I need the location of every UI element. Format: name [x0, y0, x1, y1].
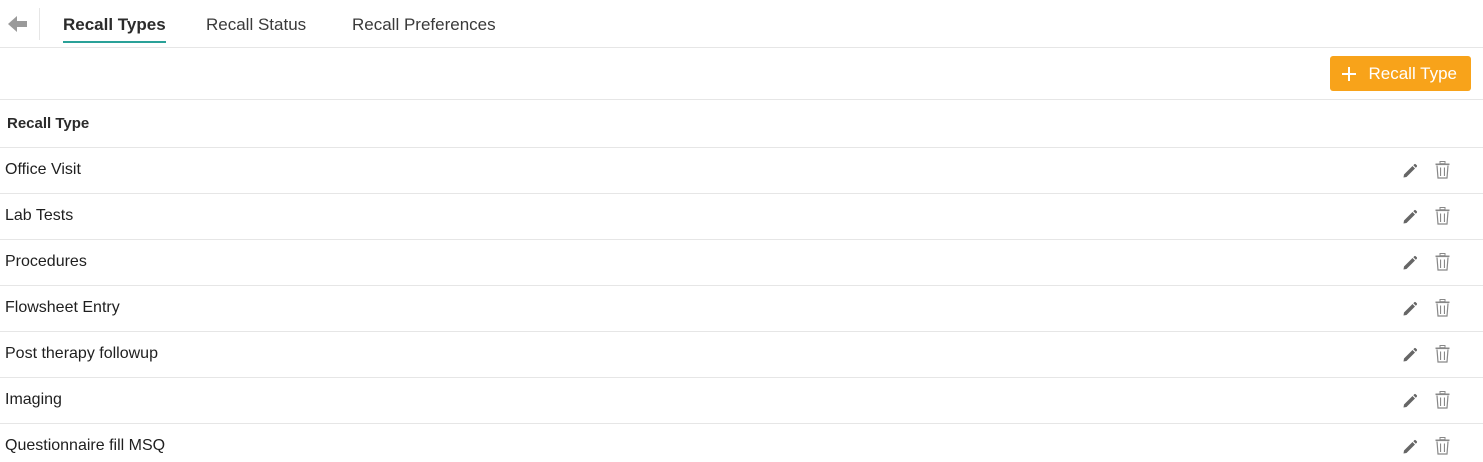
plus-icon [1342, 66, 1357, 81]
pencil-icon[interactable] [1402, 163, 1418, 179]
trash-icon[interactable] [1435, 161, 1450, 179]
trash-icon[interactable] [1435, 299, 1450, 317]
recall-type-name: Questionnaire fill MSQ [5, 437, 166, 454]
pencil-icon[interactable] [1402, 393, 1418, 409]
pencil-icon[interactable] [1402, 347, 1418, 363]
trash-icon[interactable] [1435, 345, 1450, 363]
recall-type-name: Office Visit [5, 161, 81, 178]
table-header: Recall Type [0, 100, 1483, 148]
pencil-icon[interactable] [1402, 439, 1418, 455]
recall-type-name: Procedures [5, 253, 87, 270]
trash-icon[interactable] [1435, 207, 1450, 225]
recall-type-name: Flowsheet Entry [5, 299, 120, 316]
arrow-left-icon [8, 16, 27, 32]
table-row: Office Visit [0, 148, 1483, 194]
recall-types-table: Recall Type Office Visit Lab Tests Procedu… [0, 100, 1483, 462]
pencil-icon[interactable] [1402, 209, 1418, 225]
pencil-icon[interactable] [1402, 301, 1418, 317]
tab-recall-types[interactable]: Recall Types [63, 14, 166, 43]
add-recall-type-label: Recall Type [1368, 64, 1457, 83]
recall-type-name: Imaging [5, 391, 62, 408]
table-row: Flowsheet Entry [0, 286, 1483, 332]
table-row: Lab Tests [0, 194, 1483, 240]
trash-icon[interactable] [1435, 437, 1450, 455]
table-row: Procedures [0, 240, 1483, 286]
trash-icon[interactable] [1435, 391, 1450, 409]
table-row: Post therapy followup [0, 332, 1483, 378]
table-row: Questionnaire fill MSQ [0, 424, 1483, 462]
tab-recall-preferences[interactable]: Recall Preferences [352, 14, 496, 42]
recall-settings-page: Recall Types Recall Status Recall Prefer… [0, 0, 1483, 462]
tab-bar: Recall Types Recall Status Recall Prefer… [0, 0, 1483, 48]
table-row: Imaging [0, 378, 1483, 424]
recall-type-name: Lab Tests [5, 207, 74, 224]
table-body: Office Visit Lab Tests Procedures Flowsheet… [0, 148, 1483, 462]
pencil-icon[interactable] [1402, 255, 1418, 271]
back-button[interactable] [0, 8, 40, 40]
tab-recall-status[interactable]: Recall Status [206, 14, 306, 42]
trash-icon[interactable] [1435, 253, 1450, 271]
column-header-recall-type: Recall Type [7, 115, 90, 132]
add-recall-type-button[interactable]: Recall Type [1330, 56, 1471, 91]
recall-type-name: Post therapy followup [5, 345, 158, 362]
toolbar: Recall Type [0, 48, 1483, 100]
